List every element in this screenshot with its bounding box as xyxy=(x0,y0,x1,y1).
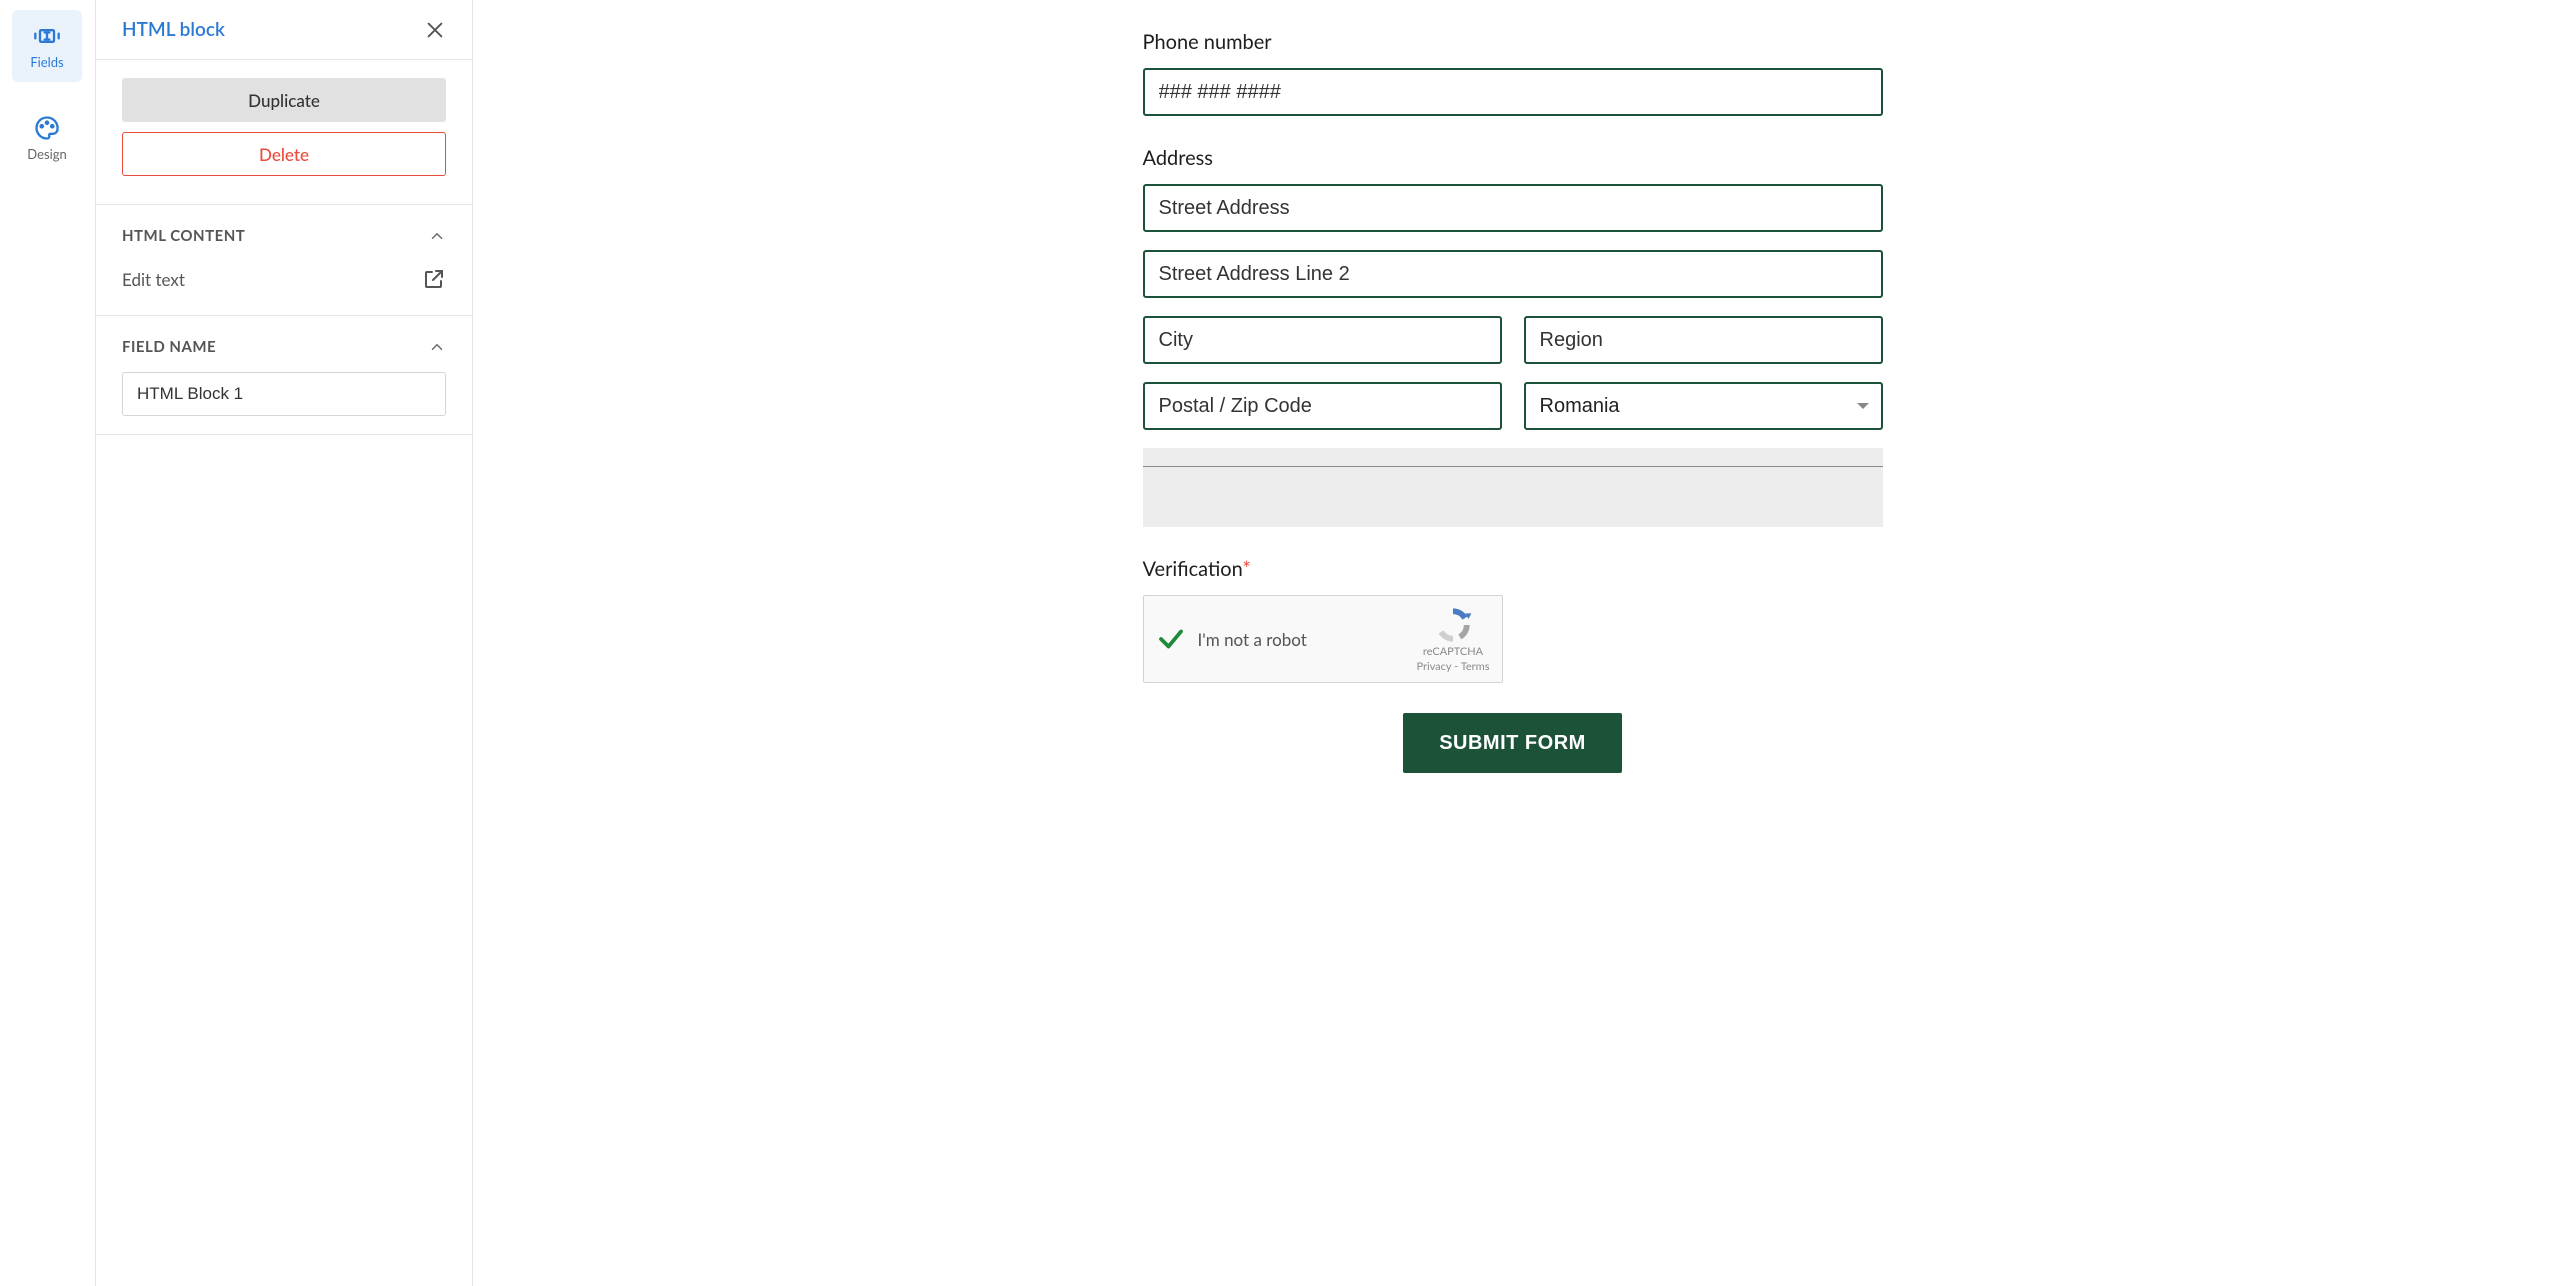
recaptcha-badge: reCAPTCHA Privacy - Terms xyxy=(1416,605,1489,673)
recaptcha-icon xyxy=(1433,605,1473,645)
html-block-selected[interactable] xyxy=(1143,448,1883,527)
chevron-up-icon xyxy=(428,338,446,356)
section-html-content-title: HTML CONTENT xyxy=(122,227,245,245)
captcha-text: I'm not a robot xyxy=(1198,629,1417,650)
recaptcha-box[interactable]: I'm not a robot reCAPTCHA Privacy - xyxy=(1143,595,1503,683)
address-grid xyxy=(1143,184,1883,430)
edit-text-row[interactable]: Edit text xyxy=(122,245,446,297)
address-group: Address xyxy=(1143,146,1883,430)
rail-tab-design-label: Design xyxy=(27,146,66,162)
section-field-name-title: FIELD NAME xyxy=(122,338,216,356)
html-block-hr xyxy=(1143,466,1883,467)
checkmark-icon xyxy=(1156,624,1186,654)
submit-button[interactable]: SUBMIT FORM xyxy=(1403,713,1622,773)
recaptcha-badge-text: reCAPTCHA xyxy=(1423,645,1483,658)
panel-title: HTML block xyxy=(122,18,225,41)
close-icon xyxy=(424,19,446,41)
panel-actions: Duplicate Delete xyxy=(96,60,472,204)
left-rail: Fields Design xyxy=(0,0,95,1286)
app-root: Fields Design HTML block Duplicate Delet… xyxy=(0,0,2552,1286)
phone-group: Phone number xyxy=(1143,30,1883,116)
close-panel-button[interactable] xyxy=(424,19,446,41)
delete-button[interactable]: Delete xyxy=(122,132,446,176)
chevron-up-icon xyxy=(428,227,446,245)
section-html-content: HTML CONTENT Edit text xyxy=(96,204,472,315)
recaptcha-terms-link[interactable]: Terms xyxy=(1461,660,1490,673)
form-preview: Phone number Address xyxy=(1143,0,1883,1286)
duplicate-button[interactable]: Duplicate xyxy=(122,78,446,122)
recaptcha-links: Privacy - Terms xyxy=(1416,660,1489,673)
field-name-input[interactable] xyxy=(122,372,446,416)
submit-wrap: SUBMIT FORM xyxy=(1143,713,1883,773)
panel-header: HTML block xyxy=(96,0,472,60)
section-html-content-header[interactable]: HTML CONTENT xyxy=(122,227,446,245)
postal-input[interactable] xyxy=(1143,382,1502,430)
palette-icon xyxy=(33,114,61,142)
street2-input[interactable] xyxy=(1143,250,1883,298)
section-field-name-header[interactable]: FIELD NAME xyxy=(122,338,446,356)
text-field-icon xyxy=(33,22,61,50)
region-input[interactable] xyxy=(1524,316,1883,364)
phone-input[interactable] xyxy=(1143,68,1883,116)
section-field-name: FIELD NAME xyxy=(96,315,472,435)
form-canvas: Phone number Address xyxy=(473,0,2552,1286)
city-input[interactable] xyxy=(1143,316,1502,364)
phone-label: Phone number xyxy=(1143,30,1883,54)
required-asterisk: * xyxy=(1242,557,1251,581)
open-external-icon xyxy=(422,267,446,291)
country-select[interactable] xyxy=(1524,382,1883,430)
street1-input[interactable] xyxy=(1143,184,1883,232)
rail-tab-fields-label: Fields xyxy=(30,54,63,70)
edit-text-label: Edit text xyxy=(122,269,185,290)
verification-label: Verification* xyxy=(1143,557,1883,581)
recaptcha-privacy-link[interactable]: Privacy xyxy=(1416,660,1451,673)
verification-group: Verification* I'm not a robot xyxy=(1143,557,1883,683)
property-panel: HTML block Duplicate Delete HTML CONTENT… xyxy=(95,0,473,1286)
rail-tab-design[interactable]: Design xyxy=(12,102,82,174)
rail-tab-fields[interactable]: Fields xyxy=(12,10,82,82)
address-label: Address xyxy=(1143,146,1883,170)
country-select-wrap xyxy=(1524,382,1883,430)
